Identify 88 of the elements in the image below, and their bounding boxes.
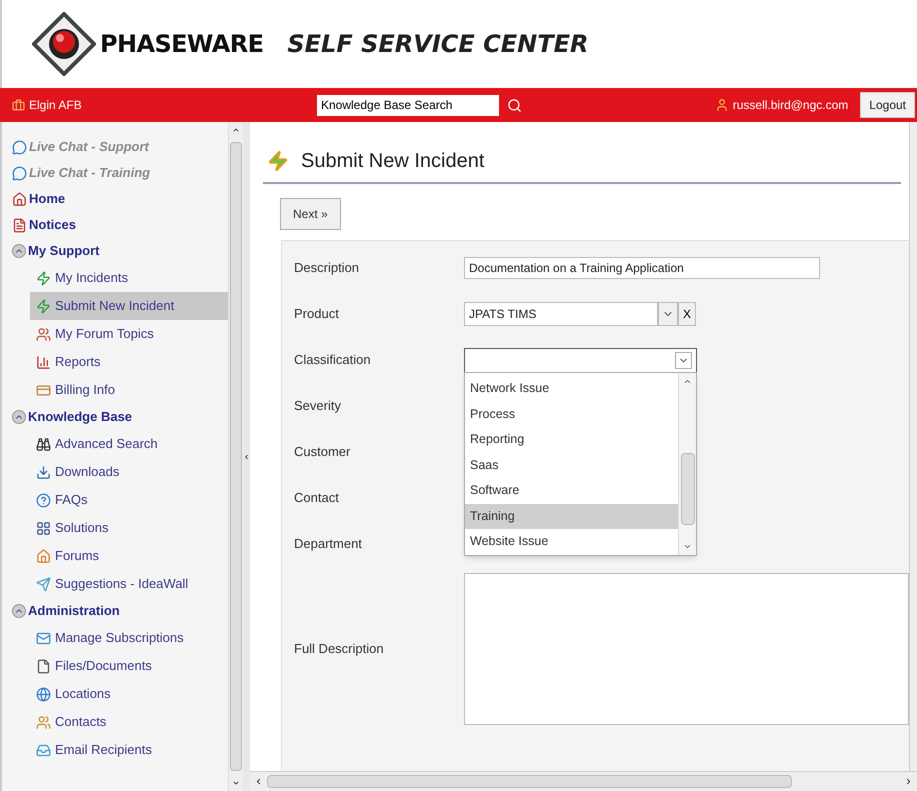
dropdown-option[interactable]: Network Issue: [465, 376, 678, 402]
nav-item[interactable]: My Incidents: [30, 264, 228, 292]
user-icon: [714, 98, 729, 112]
home-icon: [12, 192, 27, 206]
people-icon: [36, 326, 51, 342]
nav-item[interactable]: Files/Documents: [30, 652, 228, 680]
dropdown-option[interactable]: Saas: [465, 452, 678, 478]
help-icon: [36, 492, 51, 508]
nav-item[interactable]: Advanced Search: [30, 430, 228, 458]
page-title: Submit New Incident: [301, 149, 484, 174]
lightning-icon: [267, 150, 289, 172]
chat-icon: [12, 166, 27, 180]
field-label: Full Description: [294, 640, 385, 658]
scroll-up-icon[interactable]: [683, 377, 692, 386]
nav-item[interactable]: My Forum Topics: [30, 320, 228, 348]
grid-icon: [36, 520, 51, 536]
classification-select[interactable]: [464, 348, 697, 372]
sidebar-scrollbar[interactable]: [228, 122, 243, 791]
nav-item[interactable]: Email Recipients: [30, 736, 228, 764]
diamond-logo-icon: [32, 12, 96, 76]
collapse-icon[interactable]: [12, 604, 26, 618]
field-label: Contact: [294, 489, 340, 508]
section-header[interactable]: Administration: [12, 598, 228, 624]
search-field[interactable]: Knowledge Base Search: [317, 94, 499, 116]
scroll-right-icon[interactable]: [904, 777, 913, 786]
dropdown-option[interactable]: Reporting: [465, 427, 678, 452]
site-title: SELF SERVICE CENTER: [287, 29, 588, 60]
house-icon: [36, 548, 51, 564]
nav-item[interactable]: Locations: [30, 680, 228, 708]
field-label: Department: [294, 535, 363, 554]
nav-item[interactable]: Submit New Incident: [30, 292, 228, 320]
location-label: Elgin AFB: [29, 97, 82, 114]
dropdown-option[interactable]: Training: [465, 504, 678, 529]
field-label: Customer: [294, 443, 352, 462]
full-description-field[interactable]: [464, 573, 909, 725]
page-scrollbar[interactable]: [909, 122, 917, 771]
section-header[interactable]: My Support: [12, 238, 228, 264]
people-icon: [36, 714, 51, 730]
search-icon[interactable]: [507, 98, 522, 112]
scrollbar[interactable]: [678, 373, 696, 555]
field-label: Product: [294, 305, 340, 324]
binoculars-icon: [36, 436, 51, 452]
dropdown-option[interactable]: Software: [465, 478, 678, 504]
clear-button[interactable]: X: [678, 302, 696, 326]
description-field[interactable]: Documentation on a Training Application: [464, 257, 820, 279]
nav-item[interactable]: Suggestions - IdeaWall: [30, 570, 228, 598]
nav-link[interactable]: Notices: [12, 212, 228, 238]
nav-item[interactable]: Reports: [30, 348, 228, 376]
nav-item[interactable]: Billing Info: [30, 376, 228, 404]
scroll-down-icon[interactable]: [232, 779, 240, 787]
document-icon: [12, 218, 27, 232]
nav-link[interactable]: Home: [12, 186, 228, 212]
nav-item[interactable]: Downloads: [30, 458, 228, 486]
user-email: russell.bird@ngc.com: [732, 97, 848, 114]
scroll-up-icon[interactable]: [232, 126, 240, 134]
dropdown-option[interactable]: Process: [465, 402, 678, 427]
inbox-icon: [36, 742, 51, 758]
collapse-icon[interactable]: [12, 410, 26, 424]
download-icon: [36, 464, 51, 480]
chat-icon: [12, 140, 27, 154]
file-icon: [36, 658, 51, 674]
briefcase-icon: [12, 98, 25, 112]
brand-name: PHASEWARE: [100, 29, 264, 60]
lightning-icon: [36, 298, 51, 314]
scroll-left-icon[interactable]: [254, 777, 263, 786]
chart-icon: [36, 354, 51, 370]
horizontal-scrollbar[interactable]: [250, 771, 917, 791]
collapse-icon[interactable]: [12, 244, 26, 258]
nav-item[interactable]: Forums: [30, 542, 228, 570]
nav-item[interactable]: FAQs: [30, 486, 228, 514]
nav-item[interactable]: Contacts: [30, 708, 228, 736]
mail-icon: [36, 630, 51, 646]
dropdown-option[interactable]: Website Issue: [465, 529, 678, 554]
scroll-down-icon[interactable]: [683, 542, 692, 551]
next-button[interactable]: Next »: [280, 198, 341, 230]
nav-item[interactable]: Manage Subscriptions: [30, 624, 228, 652]
lightning-icon: [36, 270, 51, 286]
logout-button[interactable]: Logout: [860, 92, 915, 118]
product-combobox[interactable]: JPATS TIMS: [464, 302, 658, 326]
nav-item[interactable]: Solutions: [30, 514, 228, 542]
field-label: Severity: [294, 397, 342, 416]
section-header[interactable]: Knowledge Base: [12, 404, 228, 430]
dropdown-button[interactable]: [658, 302, 678, 326]
field-label: Description: [294, 259, 360, 278]
card-icon: [36, 382, 51, 398]
send-icon: [36, 576, 51, 592]
field-label: Classification: [294, 351, 372, 370]
globe-icon: [36, 686, 51, 702]
